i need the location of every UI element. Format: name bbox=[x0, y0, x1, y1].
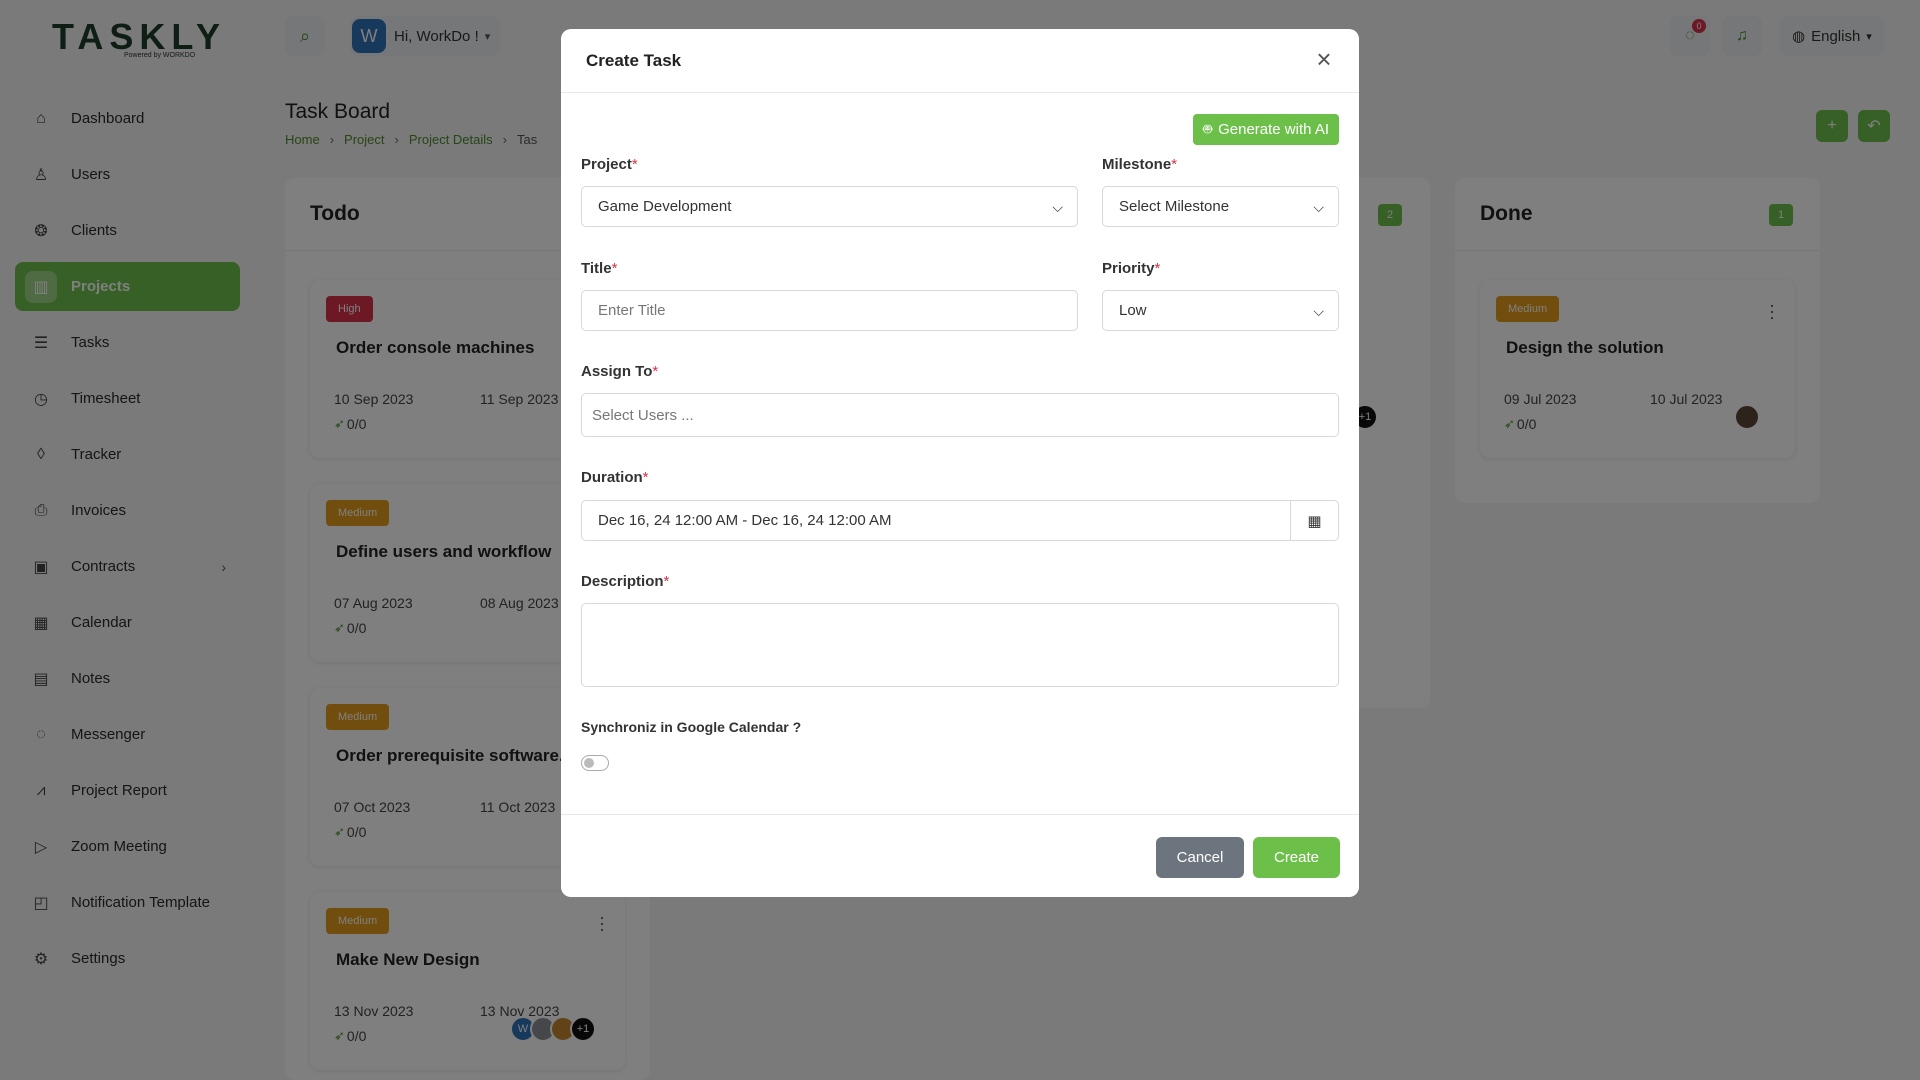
duration-label-text: Duration bbox=[581, 469, 643, 486]
cancel-button[interactable]: Cancel bbox=[1156, 837, 1244, 878]
title-label: Title* bbox=[581, 260, 617, 277]
modal-title: Create Task bbox=[586, 51, 682, 70]
description-label-text: Description bbox=[581, 573, 664, 590]
create-button[interactable]: Create bbox=[1253, 837, 1340, 878]
milestone-select-value: Select Milestone bbox=[1119, 198, 1230, 215]
required-marker: * bbox=[652, 363, 659, 380]
duration-label: Duration* bbox=[581, 469, 649, 486]
generate-with-ai-label: Generate with AI bbox=[1218, 121, 1329, 138]
required-marker: * bbox=[611, 260, 618, 277]
duration-value: Dec 16, 24 12:00 AM - Dec 16, 24 12:00 A… bbox=[598, 512, 892, 529]
title-input-placeholder: Enter Title bbox=[598, 302, 666, 319]
project-label-text: Project bbox=[581, 156, 632, 173]
title-input[interactable]: Enter Title bbox=[581, 290, 1078, 331]
assign-users-select[interactable]: Select Users ... bbox=[581, 393, 1339, 437]
chevron-down-icon: ⌵ bbox=[1313, 199, 1324, 215]
chevron-down-icon: ⌵ bbox=[1313, 303, 1324, 319]
description-textarea[interactable] bbox=[581, 603, 1339, 687]
assign-users-placeholder: Select Users ... bbox=[592, 406, 694, 424]
assign-to-label: Assign To* bbox=[581, 363, 658, 380]
duration-input[interactable]: Dec 16, 24 12:00 AM - Dec 16, 24 12:00 A… bbox=[581, 500, 1339, 541]
milestone-select[interactable]: Select Milestone ⌵ bbox=[1102, 186, 1339, 227]
google-sync-toggle[interactable] bbox=[581, 755, 609, 771]
calendar-icon[interactable]: ▦ bbox=[1290, 501, 1338, 540]
priority-label: Priority* bbox=[1102, 260, 1160, 277]
modal-header: Create Task × bbox=[561, 29, 1359, 93]
generate-with-ai-button[interactable]: 🤖︎ Generate with AI bbox=[1193, 114, 1339, 145]
title-label-text: Title bbox=[581, 260, 612, 277]
project-label: Project* bbox=[581, 156, 638, 173]
chevron-down-icon: ⌵ bbox=[1052, 199, 1063, 215]
modal-footer-divider bbox=[561, 814, 1359, 815]
required-marker: * bbox=[1154, 260, 1161, 277]
milestone-label: Milestone* bbox=[1102, 156, 1177, 173]
required-marker: * bbox=[1171, 156, 1178, 173]
create-task-modal: Create Task × 🤖︎ Generate with AI Projec… bbox=[561, 29, 1359, 897]
project-select[interactable]: Game Development ⌵ bbox=[581, 186, 1078, 227]
close-icon[interactable]: × bbox=[1311, 46, 1337, 73]
required-marker: * bbox=[663, 573, 670, 590]
required-marker: * bbox=[631, 156, 638, 173]
required-marker: * bbox=[642, 469, 649, 486]
priority-label-text: Priority bbox=[1102, 260, 1155, 277]
priority-select[interactable]: Low ⌵ bbox=[1102, 290, 1339, 331]
google-sync-label: Synchroniz in Google Calendar ? bbox=[581, 719, 802, 735]
priority-select-value: Low bbox=[1119, 302, 1147, 319]
assign-to-label-text: Assign To bbox=[581, 363, 653, 380]
description-label: Description* bbox=[581, 573, 669, 590]
project-select-value: Game Development bbox=[598, 198, 732, 215]
milestone-label-text: Milestone bbox=[1102, 156, 1172, 173]
robot-icon: 🤖︎ bbox=[1203, 121, 1213, 138]
